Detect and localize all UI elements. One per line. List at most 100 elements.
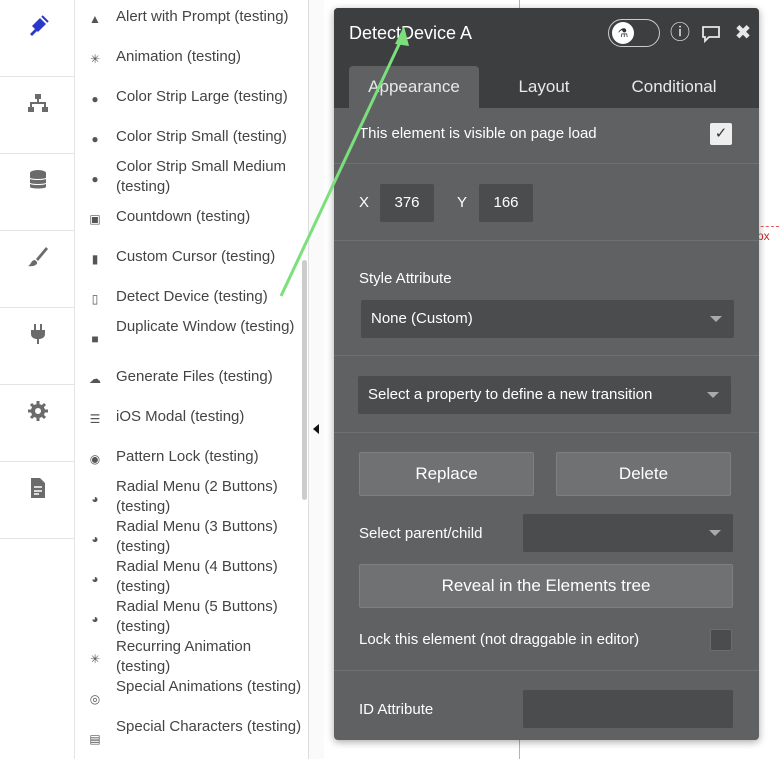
element-label: Radial Menu (3 Buttons) (testing) (116, 518, 278, 555)
element-label: Alert with Prompt (testing) (116, 8, 289, 25)
close-icon[interactable]: ✖ (732, 22, 754, 44)
pie-icon: ◕ (91, 612, 99, 626)
panel-header: DetectDevice A ⚗ ⓘ ✖ (334, 8, 759, 58)
comment-icon[interactable] (700, 22, 722, 44)
element-label: Radial Menu (4 Buttons) (testing) (116, 558, 278, 595)
y-label: Y (457, 194, 468, 211)
gear-icon (27, 401, 48, 421)
workflow-icon (27, 94, 48, 112)
nav-logs[interactable]: Logs (0, 462, 75, 539)
element-label: Animation (testing) (116, 48, 242, 65)
element-label: Detect Device (testing) (116, 288, 268, 305)
brush-icon (27, 247, 48, 267)
element-label: Special Animations (testing) (116, 678, 302, 695)
y-input[interactable]: 166 (479, 184, 533, 222)
document-icon: ▤ (89, 732, 101, 746)
chevron-down-icon (710, 316, 722, 322)
palette-divider (308, 0, 324, 759)
palette-icon: ● (91, 172, 99, 186)
nav-label: Logs (0, 504, 33, 521)
parent-child-label: Select parent/child (359, 525, 483, 542)
list-icon: ☰ (89, 412, 101, 426)
transition-dropdown-value: Select a property to define a new transi… (368, 386, 653, 403)
test-mode-toggle[interactable]: ⚗ (608, 19, 660, 47)
left-nav: Design Workflow Data Styles Plugins Sett… (0, 0, 75, 759)
database-icon (29, 170, 46, 189)
visible-on-load-checkbox[interactable]: ✓ (710, 123, 732, 145)
mouse-icon: ▮ (91, 252, 99, 266)
element-label: Custom Cursor (testing) (116, 248, 276, 265)
lock-icon: ◉ (89, 452, 101, 466)
nav-settings[interactable]: Settings (0, 385, 75, 462)
pie-icon: ◕ (91, 532, 99, 546)
chevron-down-icon (709, 530, 721, 536)
palette-icon: ● (91, 92, 99, 106)
lock-element-checkbox[interactable] (710, 629, 732, 651)
cloud-icon: ☁ (89, 372, 101, 386)
sparkle-icon: ✳ (89, 52, 101, 66)
mobile-icon: ▯ (91, 292, 99, 306)
nav-label: Plugins (0, 350, 50, 367)
style-dropdown-value: None (Custom) (371, 310, 473, 327)
element-label: Special Characters (testing) (116, 718, 302, 735)
palette-icon: ● (91, 132, 99, 146)
nav-workflow[interactable]: Workflow (0, 77, 75, 154)
replace-button[interactable]: Replace (359, 452, 534, 496)
element-label: Radial Menu (2 Buttons) (testing) (116, 478, 278, 515)
id-attribute-label: ID Attribute (359, 701, 434, 718)
element-label: Generate Files (testing) (116, 368, 273, 385)
divider (334, 432, 759, 433)
nav-plugins[interactable]: Plugins (0, 308, 75, 385)
design-icon (29, 15, 49, 36)
style-attribute-label: Style Attribute (359, 270, 452, 287)
collapse-arrow-icon[interactable] (313, 424, 319, 434)
sparkle-icon: ✳ (89, 652, 101, 666)
palette-scrollbar[interactable] (302, 260, 307, 500)
property-editor: DetectDevice A ⚗ ⓘ ✖ Appearance Layout C… (334, 8, 759, 740)
nav-design[interactable]: Design (0, 0, 75, 77)
element-label: Recurring Animation (testing) (116, 638, 252, 675)
tab-conditional[interactable]: Conditional (609, 66, 739, 108)
nav-label: Styles (0, 273, 41, 290)
transition-dropdown[interactable]: Select a property to define a new transi… (358, 376, 731, 414)
element-label: Duplicate Window (testing) (116, 318, 295, 335)
lock-element-label: Lock this element (not draggable in edit… (359, 631, 640, 648)
delete-button[interactable]: Delete (556, 452, 731, 496)
element-label: iOS Modal (testing) (116, 408, 245, 425)
divider (334, 670, 759, 671)
document-icon (30, 478, 45, 498)
info-icon[interactable]: ⓘ (669, 22, 691, 44)
nav-label: Settings (0, 427, 55, 444)
pie-icon: ◕ (91, 572, 99, 586)
nav-label: Workflow (0, 119, 62, 136)
element-label: Color Strip Small Medium (testing) (116, 158, 287, 195)
nav-label: Design (0, 42, 47, 59)
warning-icon: ▲ (89, 12, 101, 26)
divider (334, 163, 759, 164)
nav-data[interactable]: Data (0, 154, 75, 231)
parent-child-dropdown[interactable] (523, 514, 733, 552)
x-label: X (359, 194, 370, 211)
element-label: Radial Menu (5 Buttons) (testing) (116, 598, 278, 635)
visible-on-load-label: This element is visible on page load (359, 125, 597, 142)
tab-appearance[interactable]: Appearance (349, 66, 479, 108)
panel-title[interactable]: DetectDevice A (349, 23, 472, 44)
reveal-in-tree-button[interactable]: Reveal in the Elements tree (359, 564, 733, 608)
divider (334, 240, 759, 241)
chevron-down-icon (707, 392, 719, 398)
file-icon: ■ (91, 332, 99, 346)
target-icon: ◎ (89, 692, 101, 706)
element-label: Color Strip Small (testing) (116, 128, 287, 145)
panel-tabs: Appearance Layout Conditional (334, 58, 759, 108)
x-input[interactable]: 376 (380, 184, 434, 222)
pie-icon: ◕ (91, 492, 99, 506)
style-dropdown[interactable]: None (Custom) (361, 300, 734, 338)
id-attribute-input[interactable] (523, 690, 733, 728)
nav-label: Data (0, 196, 32, 213)
tab-layout[interactable]: Layout (479, 66, 609, 108)
divider (334, 355, 759, 356)
flask-icon: ⚗ (612, 22, 634, 44)
element-label: Countdown (testing) (116, 208, 251, 225)
plug-icon (30, 324, 45, 344)
nav-styles[interactable]: Styles (0, 231, 75, 308)
